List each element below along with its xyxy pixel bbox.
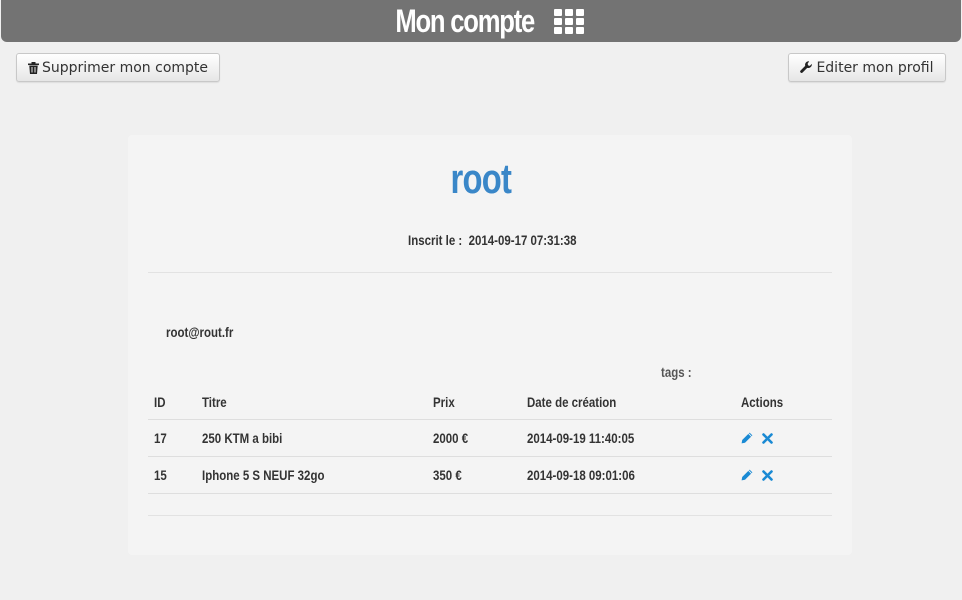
table-header-row: ID Titre Prix Date de création Actions	[148, 384, 832, 420]
cell-actions	[741, 457, 773, 493]
table-row: 15 Iphone 5 S NEUF 32go 350 € 2014-09-18…	[148, 457, 832, 494]
column-header-date: Date de création	[527, 393, 617, 410]
page-title: Mon compte	[395, 2, 536, 39]
divider	[148, 272, 832, 273]
username-heading: root	[450, 155, 512, 202]
cell-date: 2014-09-18 09:01:06	[527, 467, 635, 483]
ads-table: ID Titre Prix Date de création Actions 1…	[148, 384, 832, 494]
cell-date: 2014-09-19 11:40:05	[527, 430, 635, 446]
header-bar: Mon compte	[1, 0, 961, 42]
cell-id: 17	[154, 430, 167, 446]
delete-account-label: Supprimer mon compte	[41, 59, 209, 76]
table-row: 17 250 KTM a bibi 2000 € 2014-09-19 11:4…	[148, 420, 832, 457]
cell-id: 15	[154, 467, 167, 483]
email-text: root@rout.fr	[166, 324, 234, 340]
registered-date: 2014-09-17 07:31:38	[468, 232, 577, 248]
column-header-prix: Prix	[433, 393, 455, 410]
delete-x-icon[interactable]	[762, 469, 773, 481]
edit-profile-button[interactable]: Editer mon profil	[788, 53, 946, 82]
delete-x-icon[interactable]	[762, 432, 773, 444]
registered-label: Inscrit le :	[408, 232, 463, 248]
tags-label: tags :	[661, 364, 692, 380]
trash-icon	[27, 61, 39, 74]
edit-profile-label: Editer mon profil	[816, 59, 934, 76]
cell-prix: 2000 €	[433, 430, 469, 446]
th-grid-icon[interactable]	[553, 8, 584, 34]
cell-titre: Iphone 5 S NEUF 32go	[202, 467, 325, 483]
cell-prix: 350 €	[433, 467, 462, 483]
pencil-icon[interactable]	[741, 469, 753, 481]
cell-actions	[741, 420, 773, 456]
pencil-icon[interactable]	[741, 432, 753, 444]
column-header-titre: Titre	[202, 393, 227, 410]
page: Mon compte Supprimer mon compte Editer m…	[0, 0, 962, 600]
column-header-actions: Actions	[741, 393, 784, 410]
divider	[148, 515, 832, 516]
delete-account-button[interactable]: Supprimer mon compte	[16, 53, 220, 82]
registration-info: Inscrit le : 2014-09-17 07:31:38	[408, 232, 613, 249]
wrench-icon	[800, 61, 813, 74]
column-header-id: ID	[154, 393, 166, 410]
cell-titre: 250 KTM a bibi	[202, 430, 283, 446]
